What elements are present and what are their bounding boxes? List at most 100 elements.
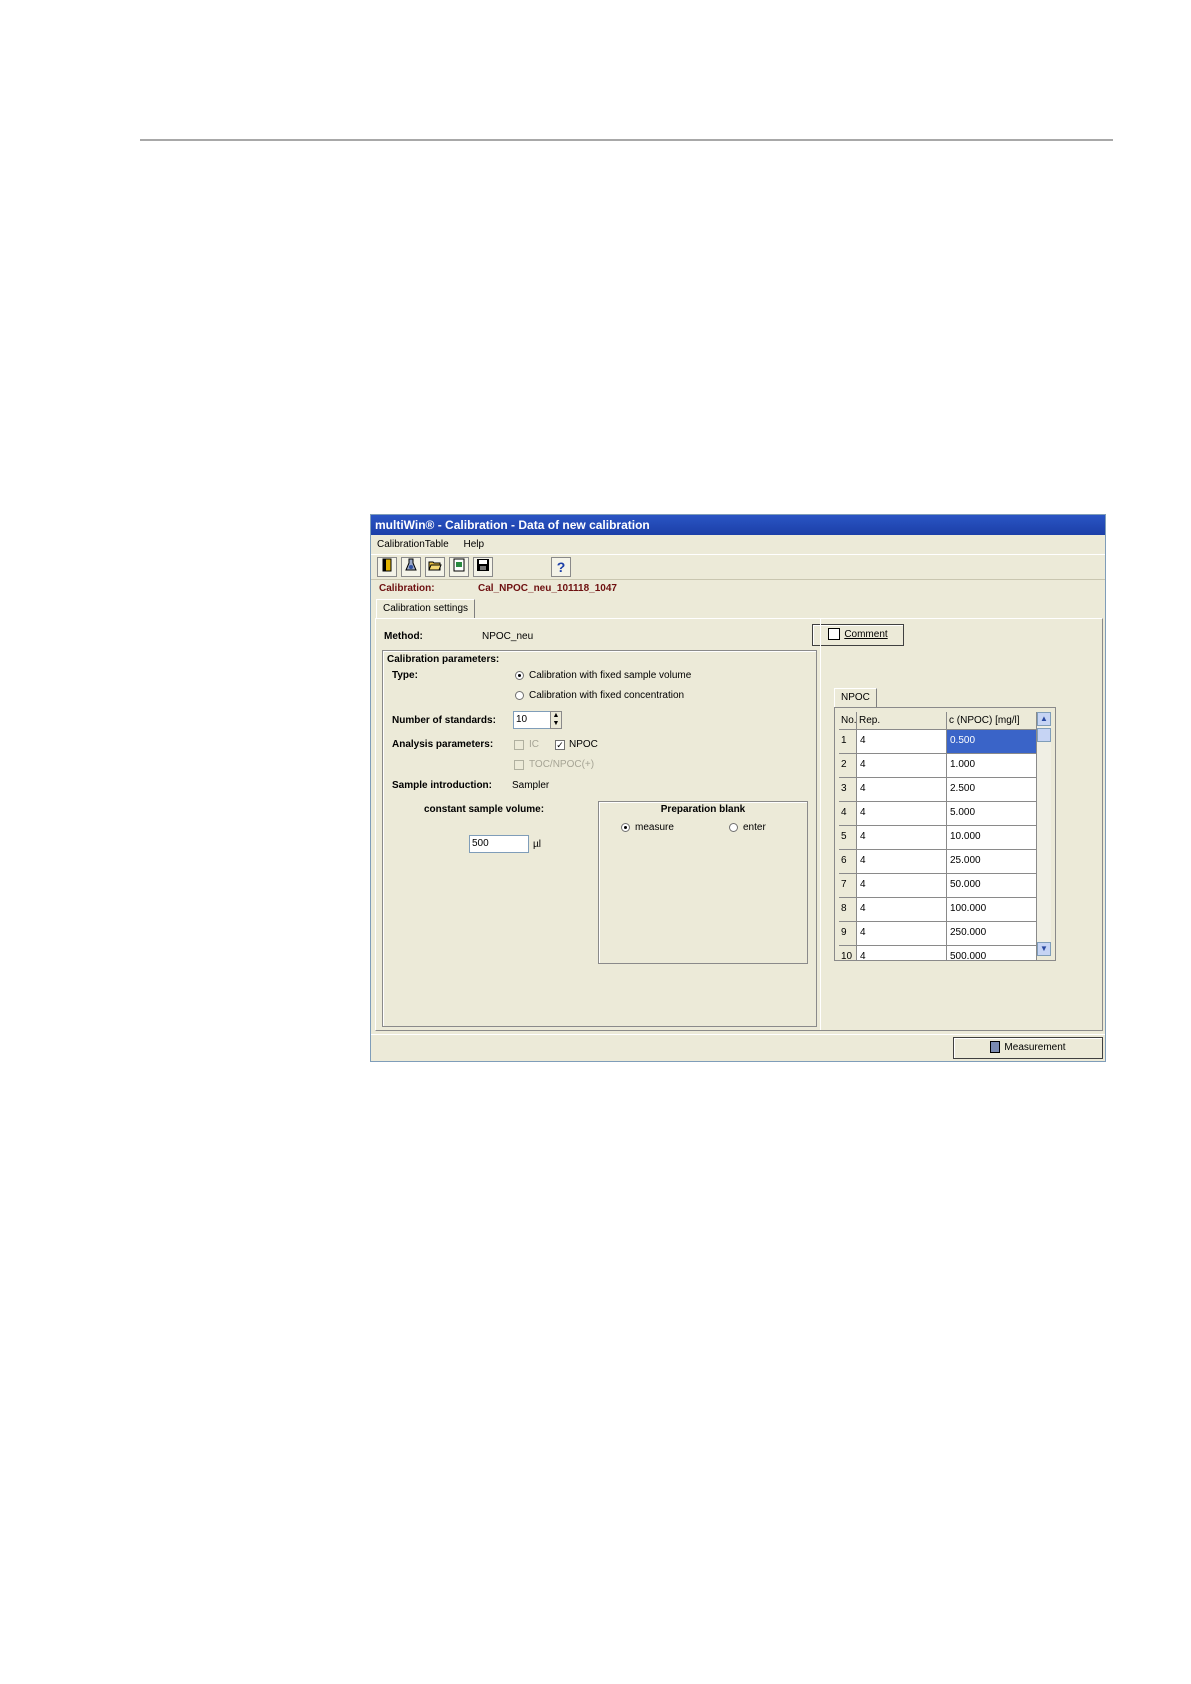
preparation-blank-group: Preparation blank measure enter [598, 801, 808, 964]
type-fixed-concentration-label: Calibration with fixed concentration [529, 690, 685, 701]
toc-npoc-label: TOC/NPOC(+) [529, 759, 595, 770]
prep-blank-enter-label: enter [743, 822, 766, 833]
cell-rep[interactable]: 4 [857, 922, 947, 946]
measurement-button[interactable]: Measurement [953, 1037, 1103, 1059]
cell-no[interactable]: 10 [839, 946, 857, 960]
cell-rep[interactable]: 4 [857, 730, 947, 754]
ic-label: IC [529, 739, 539, 750]
analysis-parameters-label: Analysis parameters: [392, 739, 494, 750]
calibration-parameters-title: Calibration parameters: [387, 654, 500, 665]
cell-no[interactable]: 5 [839, 826, 857, 850]
type-fixed-volume-radio[interactable] [515, 671, 524, 680]
window-title: multiWin® - Calibration - Data of new ca… [371, 515, 1105, 535]
table-row[interactable]: 6 4 25.000 [839, 850, 1037, 874]
standards-table: No. Rep. c (NPOC) [mg/l] 1 4 0.500 2 4 1.000 3… [834, 707, 1056, 961]
cell-rep[interactable]: 4 [857, 778, 947, 802]
table-row[interactable]: 3 4 2.500 [839, 778, 1037, 802]
number-of-standards-spinner[interactable]: ▲ ▼ [550, 711, 562, 729]
method-value: NPOC_neu [482, 631, 534, 642]
cell-concentration[interactable]: 10.000 [947, 826, 1037, 850]
sample-introduction-value: Sampler [512, 780, 550, 791]
scroll-down-icon[interactable]: ▼ [1037, 942, 1051, 956]
page-header-rule [140, 139, 1113, 141]
menu-help[interactable]: Help [464, 539, 485, 550]
help-icon[interactable]: ? [551, 557, 571, 577]
npoc-checkbox[interactable]: ✓ [555, 740, 565, 750]
cell-rep[interactable]: 4 [857, 850, 947, 874]
type-fixed-concentration-radio[interactable] [515, 691, 524, 700]
tab-calibration-settings[interactable]: Calibration settings [376, 599, 476, 618]
flask-icon[interactable] [401, 557, 421, 577]
table-row[interactable]: 5 4 10.000 [839, 826, 1037, 850]
menu-calibration-table[interactable]: CalibrationTable [377, 539, 449, 550]
prep-blank-enter-radio[interactable] [729, 823, 738, 832]
number-of-standards-input[interactable]: 10 [513, 711, 551, 729]
cell-concentration[interactable]: 5.000 [947, 802, 1037, 826]
table-row[interactable]: 9 4 250.000 [839, 922, 1037, 946]
table-row[interactable]: 10 4 500.000 [839, 946, 1037, 960]
col-header-concentration[interactable]: c (NPOC) [mg/l] [947, 712, 1037, 730]
measurement-label: Measurement [1004, 1042, 1066, 1053]
calibration-parameters-group: Calibration parameters: Type: Calibratio… [382, 650, 817, 1027]
scroll-up-icon[interactable]: ▲ [1037, 712, 1051, 726]
cell-rep[interactable]: 4 [857, 898, 947, 922]
cell-no[interactable]: 4 [839, 802, 857, 826]
prep-blank-measure-radio[interactable] [621, 823, 630, 832]
type-label: Type: [392, 670, 418, 681]
cell-concentration[interactable]: 100.000 [947, 898, 1037, 922]
cell-concentration[interactable]: 50.000 [947, 874, 1037, 898]
comment-button[interactable]: Comment [812, 624, 904, 646]
col-header-rep[interactable]: Rep. [857, 712, 947, 730]
number-of-standards-label: Number of standards: [392, 715, 496, 726]
exit-icon[interactable] [377, 557, 397, 577]
cell-rep[interactable]: 4 [857, 946, 947, 960]
cell-no[interactable]: 2 [839, 754, 857, 778]
constant-sample-volume-label: constant sample volume: [424, 804, 545, 815]
table-row[interactable]: 4 4 5.000 [839, 802, 1037, 826]
table-row[interactable]: 8 4 100.000 [839, 898, 1037, 922]
cell-no[interactable]: 1 [839, 730, 857, 754]
table-scrollbar[interactable]: ▲ ▼ [1037, 712, 1051, 956]
cell-no[interactable]: 8 [839, 898, 857, 922]
calibration-label: Calibration: [379, 583, 435, 594]
cell-concentration[interactable]: 2.500 [947, 778, 1037, 802]
sample-volume-unit: µl [533, 839, 541, 850]
table-row[interactable]: 2 4 1.000 [839, 754, 1037, 778]
cell-rep[interactable]: 4 [857, 754, 947, 778]
calibration-name: Cal_NPOC_neu_101118_1047 [478, 583, 617, 594]
table-row[interactable]: 1 4 0.500 [839, 730, 1037, 754]
toc-npoc-checkbox[interactable] [514, 760, 524, 770]
open-folder-icon[interactable] [425, 557, 445, 577]
tab-npoc[interactable]: NPOC [834, 688, 877, 707]
print-preview-icon[interactable] [449, 557, 469, 577]
cell-no[interactable]: 6 [839, 850, 857, 874]
preparation-blank-title: Preparation blank [660, 804, 746, 815]
cell-concentration[interactable]: 500.000 [947, 946, 1037, 960]
cell-concentration[interactable]: 25.000 [947, 850, 1037, 874]
scroll-thumb[interactable] [1037, 728, 1051, 742]
settings-panel: Method: NPOC_neu Comment Calibration par… [375, 618, 1103, 1031]
cell-rep[interactable]: 4 [857, 802, 947, 826]
sample-introduction-label: Sample introduction: [392, 780, 492, 791]
sample-volume-input[interactable]: 500 [469, 835, 529, 853]
menu-bar: CalibrationTable Help [371, 536, 1105, 553]
panel-divider [820, 619, 821, 1030]
save-icon[interactable] [473, 557, 493, 577]
ic-checkbox[interactable] [514, 740, 524, 750]
method-label: Method: [384, 631, 423, 642]
npoc-label: NPOC [569, 739, 598, 750]
type-fixed-volume-label: Calibration with fixed sample volume [529, 670, 692, 681]
table-row[interactable]: 7 4 50.000 [839, 874, 1037, 898]
cell-no[interactable]: 9 [839, 922, 857, 946]
comment-label: Comment [844, 629, 888, 640]
flask-small-icon [990, 1041, 1001, 1054]
prep-blank-measure-label: measure [635, 822, 674, 833]
cell-rep[interactable]: 4 [857, 826, 947, 850]
col-header-no[interactable]: No. [839, 712, 857, 730]
cell-concentration[interactable]: 0.500 [947, 730, 1037, 754]
cell-concentration[interactable]: 250.000 [947, 922, 1037, 946]
cell-concentration[interactable]: 1.000 [947, 754, 1037, 778]
cell-no[interactable]: 3 [839, 778, 857, 802]
cell-no[interactable]: 7 [839, 874, 857, 898]
cell-rep[interactable]: 4 [857, 874, 947, 898]
